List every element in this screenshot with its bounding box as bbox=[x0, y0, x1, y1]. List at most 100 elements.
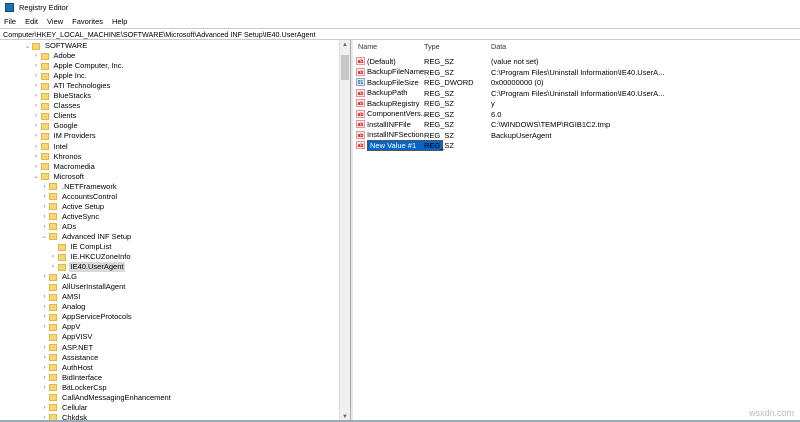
chevron-right-icon[interactable]: › bbox=[41, 304, 48, 310]
chevron-right-icon[interactable]: › bbox=[33, 73, 40, 79]
scrollbar-thumb[interactable] bbox=[341, 55, 349, 80]
folder-icon bbox=[40, 82, 49, 90]
tree-item[interactable]: › Clients bbox=[33, 111, 79, 121]
folder-icon bbox=[40, 163, 49, 171]
tree-item[interactable]: › ADs bbox=[41, 222, 78, 232]
value-row[interactable]: ab BackupFileName bbox=[356, 67, 424, 77]
value-name: (Default) bbox=[367, 56, 396, 66]
value-row[interactable]: ab BackupRegistry bbox=[356, 98, 420, 108]
tree-item-label: ATI Technologies bbox=[53, 81, 111, 91]
scroll-up-icon[interactable]: ▲ bbox=[340, 42, 350, 48]
value-row[interactable]: ab InstallINFSection bbox=[356, 130, 424, 140]
folder-icon bbox=[49, 183, 57, 191]
chevron-right-icon[interactable]: › bbox=[33, 53, 40, 59]
tree-item[interactable]: CallAndMessagingEnhancement bbox=[41, 393, 173, 403]
tree-item[interactable]: › AccountsControl bbox=[41, 192, 119, 202]
menu-favorites[interactable]: Favorites bbox=[72, 17, 103, 26]
chevron-right-icon[interactable]: › bbox=[41, 355, 48, 361]
tree-item[interactable]: › Classes bbox=[33, 101, 83, 111]
tree-item[interactable]: › IM Providers bbox=[33, 131, 98, 141]
tree-item[interactable]: › ActiveSync bbox=[41, 212, 101, 222]
chevron-right-icon[interactable]: › bbox=[33, 103, 40, 109]
tree-item[interactable]: › Cellular bbox=[41, 403, 89, 413]
tree-item[interactable]: › BitLockerCsp bbox=[41, 383, 109, 393]
tree-item-label: Macromedia bbox=[53, 161, 95, 171]
chevron-right-icon[interactable]: › bbox=[41, 345, 48, 351]
tree-item[interactable]: › ASP.NET bbox=[41, 343, 95, 353]
column-header-data[interactable]: Data bbox=[491, 42, 506, 53]
column-header-type[interactable]: Type bbox=[424, 42, 440, 53]
tree-item[interactable]: › AMSI bbox=[41, 292, 82, 302]
tree-item[interactable]: › AppV bbox=[41, 322, 82, 332]
chevron-right-icon[interactable]: › bbox=[41, 365, 48, 371]
chevron-right-icon[interactable]: › bbox=[41, 214, 48, 220]
chevron-down-icon[interactable]: ⌄ bbox=[41, 233, 48, 240]
tree-item[interactable]: › Google bbox=[33, 121, 80, 131]
chevron-right-icon[interactable]: › bbox=[41, 224, 48, 230]
chevron-right-icon[interactable]: › bbox=[41, 314, 48, 320]
tree-item[interactable]: › Adobe bbox=[33, 51, 78, 61]
value-type: REG_SZ bbox=[424, 130, 455, 140]
tree-item[interactable]: › Analog bbox=[41, 302, 87, 312]
chevron-right-icon[interactable]: › bbox=[41, 324, 48, 330]
tree-item[interactable]: › Apple Inc. bbox=[33, 71, 89, 81]
value-row[interactable]: 01 BackupFileSize bbox=[356, 77, 419, 87]
chevron-right-icon[interactable]: › bbox=[33, 83, 40, 89]
chevron-down-icon[interactable]: ⌄ bbox=[33, 173, 40, 180]
chevron-right-icon[interactable]: › bbox=[33, 123, 40, 129]
tree-item[interactable]: ⌄ SOFTWARE bbox=[24, 41, 89, 51]
column-header-name[interactable]: Name bbox=[358, 42, 377, 53]
menu-view[interactable]: View bbox=[47, 17, 63, 26]
chevron-right-icon[interactable]: › bbox=[41, 184, 48, 190]
chevron-right-icon[interactable]: › bbox=[41, 204, 48, 210]
chevron-right-icon[interactable]: › bbox=[41, 194, 48, 200]
tree-item[interactable]: AppVISV bbox=[41, 332, 94, 342]
tree-item[interactable]: ⌄ Microsoft bbox=[33, 172, 86, 182]
tree-item[interactable]: › Macromedia bbox=[33, 162, 97, 172]
chevron-right-icon[interactable]: › bbox=[41, 375, 48, 381]
address-bar[interactable]: Computer\HKEY_LOCAL_MACHINE\SOFTWARE\Mic… bbox=[0, 28, 800, 40]
chevron-right-icon[interactable]: › bbox=[33, 93, 40, 99]
chevron-right-icon[interactable]: › bbox=[50, 264, 57, 270]
chevron-right-icon[interactable]: › bbox=[33, 63, 40, 69]
tree-item-label: AppVISV bbox=[62, 332, 93, 342]
tree-item[interactable]: › IE40.UserAgent bbox=[50, 262, 126, 273]
tree-item[interactable]: ⌄ Advanced INF Setup bbox=[41, 232, 133, 242]
tree-item[interactable]: › AuthHost bbox=[41, 363, 95, 373]
menu-file[interactable]: File bbox=[4, 17, 16, 26]
chevron-right-icon[interactable]: › bbox=[33, 164, 40, 170]
chevron-right-icon[interactable]: › bbox=[33, 154, 40, 160]
tree-item[interactable]: IE CompList bbox=[50, 242, 114, 252]
tree-item[interactable]: › ALG bbox=[41, 272, 79, 282]
tree-item[interactable]: › Intel bbox=[33, 142, 70, 152]
menu-edit[interactable]: Edit bbox=[25, 17, 38, 26]
chevron-right-icon[interactable]: › bbox=[41, 405, 48, 411]
chevron-right-icon[interactable]: › bbox=[50, 254, 57, 260]
tree-item[interactable]: › Assistance bbox=[41, 353, 100, 363]
tree-item[interactable]: › Active Setup bbox=[41, 202, 106, 212]
chevron-right-icon[interactable]: › bbox=[33, 144, 40, 150]
tree-item[interactable]: › Apple Computer, Inc. bbox=[33, 61, 126, 71]
tree-scrollbar[interactable]: ▲ ▼ bbox=[340, 40, 350, 422]
value-row[interactable]: ab ComponentVers... bbox=[356, 109, 427, 119]
chevron-right-icon[interactable]: › bbox=[33, 113, 40, 119]
string-value-icon: ab bbox=[356, 67, 365, 76]
tree-item[interactable]: › AppServiceProtocols bbox=[41, 312, 134, 322]
tree-item[interactable]: › .NETFramework bbox=[41, 182, 119, 192]
tree-item[interactable]: › BidInterface bbox=[41, 373, 104, 383]
menu-help[interactable]: Help bbox=[112, 17, 127, 26]
tree-item[interactable]: › ATI Technologies bbox=[33, 81, 113, 91]
value-row[interactable]: ab (Default) bbox=[356, 56, 396, 66]
tree-item[interactable]: › IE.HKCUZoneInfo bbox=[50, 252, 133, 262]
chevron-right-icon[interactable]: › bbox=[41, 294, 48, 300]
chevron-right-icon[interactable]: › bbox=[33, 133, 40, 139]
chevron-right-icon[interactable]: › bbox=[41, 385, 48, 391]
value-row[interactable]: ab BackupPath bbox=[356, 88, 407, 98]
tree-item[interactable]: AllUserInstallAgent bbox=[41, 282, 127, 292]
tree-item[interactable]: › BlueStacks bbox=[33, 91, 94, 101]
value-row[interactable]: ab InstallINFFile bbox=[356, 119, 411, 129]
tree-item[interactable]: › Khronos bbox=[33, 152, 84, 162]
chevron-down-icon[interactable]: ⌄ bbox=[24, 43, 31, 50]
tree-item-label: Microsoft bbox=[53, 171, 84, 181]
chevron-right-icon[interactable]: › bbox=[41, 274, 48, 280]
